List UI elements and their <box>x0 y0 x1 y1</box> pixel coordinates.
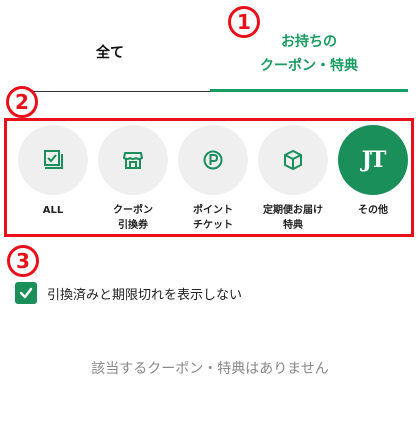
category-filter-row: ALL クーポン 引換券 ポイント チケット 定期便お届け 特典 JT その他 <box>4 118 414 237</box>
filter-point-ticket[interactable]: ポイント チケット <box>174 125 252 233</box>
empty-state-message: 該当するクーポン・特典はありません <box>91 361 329 377</box>
tab-all-label: 全て <box>96 45 124 61</box>
filter-all-label: ALL <box>42 205 64 216</box>
hide-used-expired-checkbox[interactable] <box>15 282 37 304</box>
hide-used-expired-label: 引換済みと期限切れを表示しない <box>47 287 243 303</box>
filter-coupon-label: クーポン 引換券 <box>113 205 153 231</box>
annotation-marker-3: 3 <box>7 245 39 277</box>
filter-subscription-label: 定期便お届け 特典 <box>263 205 323 231</box>
filter-coupon-voucher[interactable]: クーポン 引換券 <box>94 125 172 233</box>
filter-coupon-circle <box>98 125 168 195</box>
hide-used-expired-toggle[interactable]: 引換済みと期限切れを表示しない <box>15 282 242 304</box>
checkmark-icon <box>19 287 33 299</box>
jt-logo-icon: JT <box>361 147 387 173</box>
filter-other-label: その他 <box>358 205 388 216</box>
filter-point-circle <box>178 125 248 195</box>
box-icon <box>284 150 302 170</box>
filter-all[interactable]: ALL <box>14 125 92 233</box>
point-icon <box>203 150 223 170</box>
annotation-marker-2: 2 <box>6 86 38 118</box>
tab-my-coupons-label: お持ちの クーポン・特典 <box>260 34 358 74</box>
tab-divider <box>10 91 210 92</box>
filter-other-circle: JT <box>338 125 408 195</box>
filter-all-circle <box>18 125 88 195</box>
filter-subscription-circle <box>258 125 328 195</box>
filter-other[interactable]: JT その他 <box>334 125 412 233</box>
tab-bar: 全て お持ちの クーポン・特典 <box>10 0 408 92</box>
filter-subscription-benefit[interactable]: 定期便お届け 特典 <box>254 125 332 233</box>
tab-all[interactable]: 全て <box>10 0 210 92</box>
store-icon <box>123 152 143 169</box>
checklist-icon <box>44 150 63 169</box>
annotation-marker-1: 1 <box>228 6 260 38</box>
filter-point-label: ポイント チケット <box>193 205 233 231</box>
tab-active-indicator <box>210 89 408 92</box>
